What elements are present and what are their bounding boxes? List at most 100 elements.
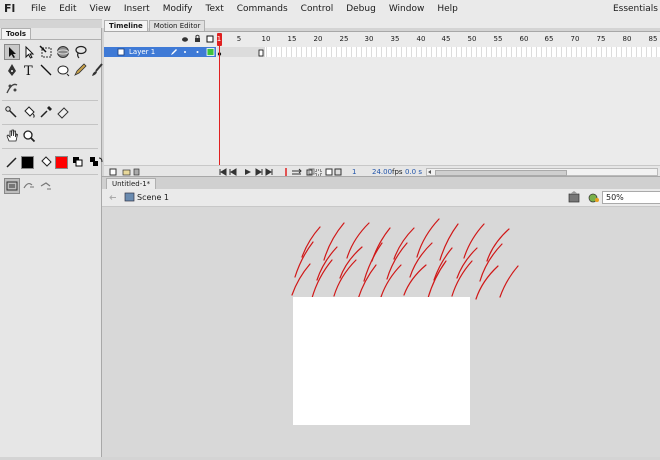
ruler-label: 10 [261, 35, 271, 43]
ruler-label: 35 [390, 35, 400, 43]
workspace-switcher[interactable]: Essentials [613, 4, 658, 14]
subselection-tool-icon[interactable] [21, 44, 37, 60]
layer-row-layer-1[interactable]: Layer 1 [104, 47, 216, 57]
fill-color-swatch[interactable] [55, 155, 68, 169]
rain-stroke[interactable] [427, 260, 447, 299]
menu-file[interactable]: File [31, 4, 46, 14]
ruler-label: 55 [493, 35, 503, 43]
pencil-tool-icon[interactable] [72, 62, 88, 78]
rain-stroke[interactable] [393, 227, 415, 260]
tools-tab[interactable]: Tools [1, 28, 32, 39]
object-drawing-icon[interactable] [4, 178, 20, 194]
tools-panel: Tools T [0, 28, 105, 457]
menu-view[interactable]: View [90, 4, 111, 14]
frame-ruler: 1 5 10 15 20 25 30 35 40 45 50 55 60 65 … [217, 32, 660, 48]
pasteboard[interactable] [102, 207, 660, 457]
rain-stroke[interactable] [346, 222, 370, 259]
menu-edit[interactable]: Edit [59, 4, 76, 14]
end-frame-icon [258, 49, 264, 57]
pen-tool-icon[interactable] [4, 62, 20, 78]
lock-icon [195, 34, 200, 42]
rain-stroke[interactable] [416, 218, 440, 258]
brush-tool-icon[interactable] [89, 62, 105, 78]
menu-modify[interactable]: Modify [163, 4, 193, 14]
playhead[interactable] [217, 32, 222, 165]
rain-stroke[interactable] [439, 223, 459, 261]
line-tool-icon[interactable] [38, 62, 54, 78]
smooth-icon[interactable] [21, 178, 37, 194]
menu-text[interactable]: Text [206, 4, 224, 14]
oval-tool-icon[interactable] [55, 62, 71, 78]
rain-stroke[interactable] [339, 246, 363, 279]
rain-stroke[interactable] [323, 222, 345, 261]
frame-grid[interactable] [217, 47, 660, 57]
menu-help[interactable]: Help [437, 4, 458, 14]
scene-label[interactable]: Scene 1 [137, 193, 169, 202]
ruler-label: 65 [544, 35, 554, 43]
prev-frame-icon [229, 168, 237, 176]
menu-commands[interactable]: Commands [237, 4, 288, 14]
rain-stroke[interactable] [409, 242, 433, 278]
bone-tool-icon[interactable] [4, 104, 20, 120]
rain-stroke[interactable] [311, 259, 333, 299]
rain-stroke[interactable] [475, 265, 499, 300]
swap-colors-icon[interactable] [88, 154, 104, 170]
rain-stroke[interactable] [486, 228, 510, 262]
ruler-label: 30 [364, 35, 374, 43]
rain-stroke[interactable] [403, 264, 427, 296]
menu-control[interactable]: Control [301, 4, 334, 14]
layer-color-icon [206, 48, 215, 56]
rain-stroke[interactable] [456, 247, 478, 279]
lasso-tool-icon[interactable] [72, 44, 88, 60]
ruler-label: 15 [287, 35, 297, 43]
edit-pencil-icon [171, 49, 177, 55]
modify-markers-icon [334, 168, 342, 176]
document-tab[interactable]: Untitled-1* [106, 178, 157, 189]
edit-multiple-frames-icon [325, 168, 333, 176]
hand-tool-icon[interactable] [4, 128, 20, 144]
timeline-panel: Layer 1 1 5 10 15 20 25 30 35 40 45 50 5… [104, 31, 660, 178]
menu-debug[interactable]: Debug [346, 4, 376, 14]
eyedropper-tool-icon[interactable] [38, 104, 54, 120]
stage[interactable] [293, 297, 470, 425]
3d-rotation-tool-icon[interactable] [55, 44, 71, 60]
menu-window[interactable]: Window [389, 4, 425, 14]
rain-stroke[interactable] [499, 265, 519, 298]
rain-stroke[interactable] [380, 264, 402, 298]
flash-logo: Fl [4, 2, 16, 15]
stroke-color-swatch[interactable] [21, 155, 34, 169]
edit-scene-icon [568, 191, 580, 203]
rain-stroke[interactable] [363, 242, 383, 282]
tab-timeline[interactable]: Timeline [104, 20, 148, 31]
straighten-icon[interactable] [38, 178, 54, 194]
show-hide-icon [182, 37, 188, 42]
tab-motion-editor[interactable]: Motion Editor [148, 20, 206, 31]
timeline-hscrollbar[interactable] [426, 168, 658, 176]
current-frame-readout[interactable]: 1 [352, 168, 356, 176]
paint-bucket-tool-icon[interactable] [21, 104, 37, 120]
ruler-label: 60 [519, 35, 529, 43]
delete-layer-icon [133, 168, 140, 176]
eraser-tool-icon[interactable] [55, 104, 71, 120]
free-transform-tool-icon[interactable] [38, 44, 54, 60]
new-folder-icon [122, 169, 131, 176]
ruler-label: 75 [596, 35, 606, 43]
text-tool-icon[interactable]: T [21, 62, 37, 78]
rain-stroke[interactable] [333, 259, 357, 297]
rain-stroke[interactable] [479, 243, 503, 282]
rain-stroke[interactable] [463, 223, 485, 259]
rain-stroke[interactable] [386, 242, 408, 280]
selection-tool-icon[interactable] [4, 44, 20, 60]
outline-icon [206, 35, 214, 43]
deco-tool-icon[interactable] [4, 80, 20, 96]
rain-stroke[interactable] [301, 226, 321, 258]
main-menu: File Edit View Insert Modify Text Comman… [31, 4, 471, 14]
scroll-left-arrow[interactable] [428, 170, 431, 174]
menu-insert[interactable]: Insert [124, 4, 150, 14]
default-colors-icon[interactable] [71, 154, 87, 170]
rain-stroke[interactable] [291, 263, 311, 296]
zoom-tool-icon[interactable] [21, 128, 37, 144]
zoom-field[interactable]: 50% [602, 191, 660, 204]
fps-readout[interactable]: 24.00 [372, 168, 392, 176]
layer-header-icons [182, 34, 214, 43]
